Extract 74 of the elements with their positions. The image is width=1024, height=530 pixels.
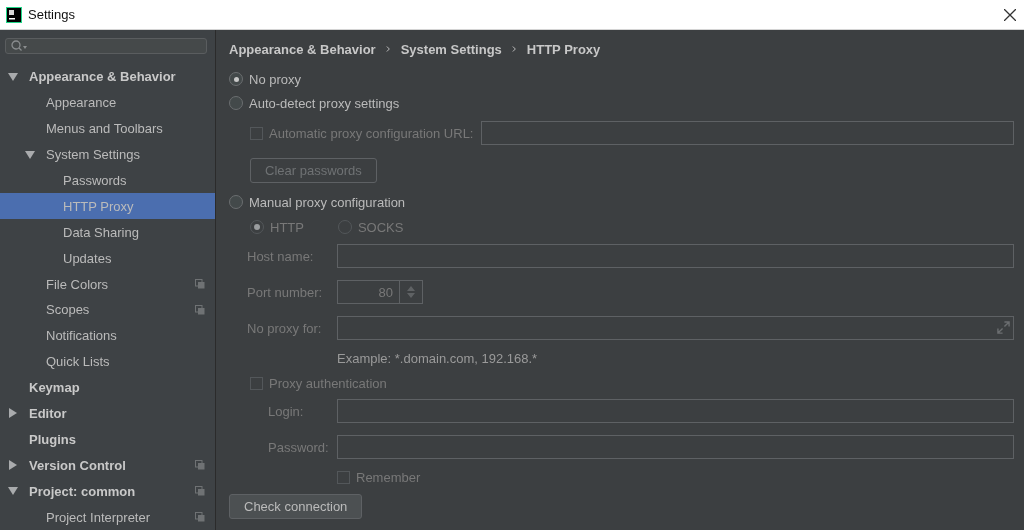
tree-item[interactable]: Version Control — [0, 452, 215, 479]
field-label: Port number: — [247, 284, 324, 300]
input-field[interactable] — [481, 121, 1014, 145]
tree-item-label: HTTP Proxy — [63, 198, 135, 214]
tree-item-label: Project Interpreter — [46, 509, 152, 525]
breadcrumb-item[interactable]: Appearance & Behavior — [229, 41, 376, 57]
tree-item[interactable]: Data Sharing — [0, 219, 215, 246]
tree-item-label: Project: common — [29, 483, 137, 499]
input-field[interactable] — [337, 316, 1014, 340]
tree-item-label: Passwords — [63, 172, 128, 188]
field-label: Password: — [268, 439, 330, 455]
tree-item-label: Quick Lists — [46, 354, 111, 370]
hint-text: Example: *.domain.com, 192.168.* — [336, 350, 539, 368]
input-field[interactable] — [337, 244, 1014, 268]
expand-icon[interactable] — [997, 321, 1010, 334]
tree-item[interactable]: File Colors — [0, 271, 215, 297]
tree-item-label: Appearance — [46, 95, 118, 111]
tree-item[interactable]: Appearance — [0, 89, 215, 116]
radio-label: HTTP — [270, 219, 304, 235]
checkbox-label: Remember — [356, 469, 421, 485]
tree-item[interactable]: Menus and Toolbars — [0, 115, 215, 142]
search-field[interactable] — [5, 38, 207, 54]
breadcrumb-item[interactable]: HTTP Proxy — [526, 41, 601, 57]
tree-item[interactable]: Project Interpreter — [0, 504, 215, 530]
search-icon[interactable] — [11, 40, 27, 52]
radio-label: Manual proxy configuration — [249, 194, 406, 210]
tree-item[interactable]: Notifications — [0, 322, 215, 349]
tree-item-label: System Settings — [46, 147, 141, 163]
tree-item[interactable]: Scopes — [0, 297, 215, 323]
radio-button[interactable] — [229, 195, 243, 209]
tree-item-label: Notifications — [46, 328, 118, 344]
expanded-arrow-icon[interactable] — [8, 486, 18, 497]
tree-item[interactable]: Appearance & Behavior — [0, 63, 215, 90]
radio-label: Auto-detect proxy settings — [249, 95, 400, 111]
tree-item-label: Keymap — [29, 380, 81, 396]
tree-item-label: Data Sharing — [63, 224, 140, 240]
tree-item-label: Appearance & Behavior — [29, 69, 177, 85]
input-field[interactable] — [337, 399, 1014, 423]
tree-item-label: Editor — [29, 406, 68, 421]
tree-item[interactable]: Plugins — [0, 426, 215, 453]
tree-item-label: Updates — [63, 250, 113, 266]
tree-item-label: File Colors — [46, 276, 110, 292]
tree-item-label: Menus and Toolbars — [46, 121, 164, 137]
checkbox-label: Proxy authentication — [269, 376, 387, 391]
tree-item[interactable]: Updates — [0, 245, 215, 272]
radio-button[interactable] — [229, 72, 243, 86]
tree-item[interactable]: System Settings — [0, 141, 215, 168]
chevron-icon — [385, 45, 391, 53]
window-title: Settings — [28, 7, 76, 22]
tree-item[interactable]: Project: common — [0, 478, 215, 505]
app-icon — [6, 6, 22, 23]
checkbox-label: Automatic proxy configuration URL: — [269, 125, 474, 141]
close-icon[interactable] — [1004, 8, 1016, 21]
radio-label: SOCKS — [357, 219, 404, 235]
tree-item-label: Version Control — [29, 457, 127, 473]
radio-button[interactable] — [229, 96, 243, 110]
input-field[interactable] — [337, 435, 1014, 459]
collapsed-arrow-icon[interactable] — [8, 460, 18, 471]
field-label: Host name: — [247, 248, 315, 264]
chevron-icon — [511, 45, 517, 53]
field-label: No proxy for: — [247, 320, 323, 336]
tree-item[interactable]: Editor — [0, 400, 215, 427]
expanded-arrow-icon[interactable] — [8, 71, 18, 82]
expanded-arrow-icon[interactable] — [25, 149, 35, 160]
tree-item[interactable]: Quick Lists — [0, 348, 215, 375]
tree-item-label: Scopes — [46, 302, 91, 318]
breadcrumb-item[interactable]: System Settings — [400, 41, 502, 57]
tree-item-label: Plugins — [29, 431, 77, 447]
radio-label: No proxy — [249, 71, 302, 87]
tree-item[interactable]: Keymap — [0, 374, 215, 401]
tree-item[interactable]: Passwords — [0, 167, 215, 194]
check-connection-button[interactable]: Check connection — [229, 493, 363, 519]
field-label: Login: — [268, 403, 305, 419]
collapsed-arrow-icon[interactable] — [8, 408, 18, 419]
